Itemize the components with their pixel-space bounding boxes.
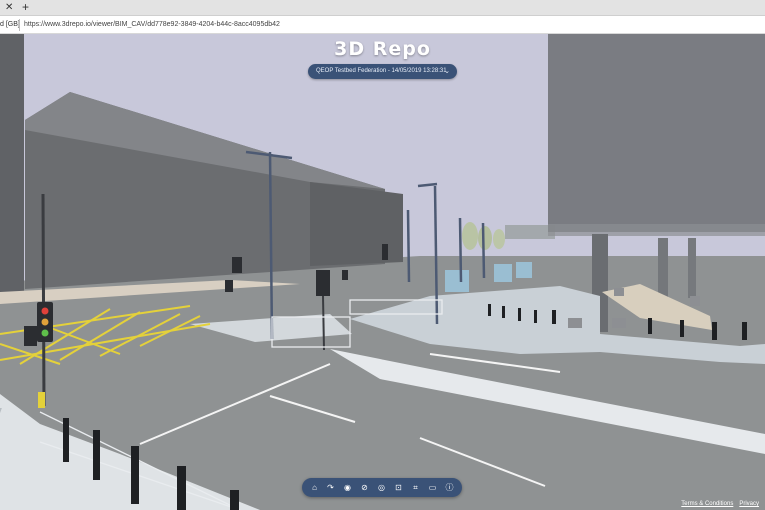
tree (478, 226, 492, 250)
viewer-toolbar: ⌂ ↷ ◉ ⊘ ◎ ⊡ ⌗ ▭ ⓘ (302, 478, 462, 497)
show-all-icon[interactable]: ◉ (341, 481, 354, 494)
bus-shelter (516, 262, 532, 278)
home-icon[interactable]: ⌂ (308, 481, 321, 494)
navigation-mode-icon[interactable]: ↷ (324, 481, 337, 494)
grit-bin (38, 392, 45, 408)
address-divider (19, 19, 20, 31)
column (688, 238, 696, 298)
distant-building (505, 225, 555, 239)
tab-strip: ✕ + (0, 0, 765, 16)
bus-shelter (494, 264, 512, 282)
clip-icon[interactable]: ⌗ (409, 481, 422, 494)
measure-icon[interactable]: ▭ (426, 481, 439, 494)
privacy-link[interactable]: Privacy (739, 501, 759, 507)
hide-icon[interactable]: ⊘ (358, 481, 371, 494)
address-bar[interactable]: d [GB] https://www.3drepo.io/viewer/BIM_… (0, 16, 765, 34)
new-tab-button[interactable]: + (22, 0, 29, 15)
bus-shelter (445, 270, 469, 292)
model-selector[interactable]: QEOP Testbed Federation - 14/05/2019 13:… (308, 64, 457, 79)
building (310, 182, 403, 266)
chevron-down-icon: ⌄ (444, 68, 450, 75)
focus-icon[interactable]: ⊡ (392, 481, 405, 494)
close-icon[interactable]: ✕ (5, 1, 13, 15)
glass-building (548, 34, 765, 232)
glass-building-base (548, 224, 765, 236)
building (0, 34, 24, 299)
3d-scene (0, 34, 765, 510)
certificate-label[interactable]: d [GB] (0, 18, 20, 31)
url-text[interactable]: https://www.3drepo.io/viewer/BIM_CAV/dd7… (24, 18, 280, 31)
model-selector-label: QEOP Testbed Federation - 14/05/2019 13:… (316, 68, 447, 74)
browser-window: ✕ + d [GB] https://www.3drepo.io/viewer/… (0, 0, 765, 510)
column (658, 238, 668, 300)
terms-link[interactable]: Terms & Conditions (681, 501, 733, 507)
3d-repo-logo[interactable]: 3D Repo (0, 38, 765, 60)
info-icon[interactable]: ⓘ (443, 481, 456, 494)
3d-viewport[interactable]: 3D Repo QEOP Testbed Federation - 14/05/… (0, 34, 765, 510)
isolate-icon[interactable]: ◎ (375, 481, 388, 494)
tree (493, 229, 505, 249)
footer-links: Terms & Conditions Privacy (681, 501, 765, 510)
tree (462, 222, 478, 250)
